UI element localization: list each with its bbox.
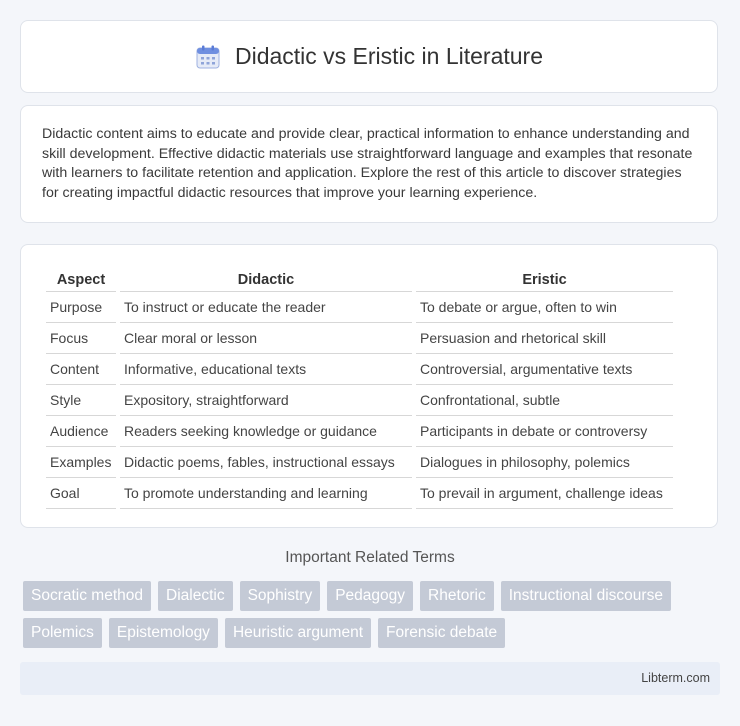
header-aspect: Aspect xyxy=(46,265,116,292)
cell-aspect: Style xyxy=(46,385,116,416)
footer-site-link[interactable]: Libterm.com xyxy=(641,671,710,685)
comparison-table: Aspect Didactic Eristic Purpose To instr… xyxy=(42,265,677,509)
footer: Libterm.com xyxy=(20,662,720,695)
cell-didactic: Readers seeking knowledge or guidance xyxy=(120,416,412,447)
calendar-icon xyxy=(195,44,221,70)
header: Didactic vs Eristic in Literature xyxy=(195,43,543,70)
tag-instructional-discourse[interactable]: Instructional discourse xyxy=(500,581,671,611)
cell-didactic: To instruct or educate the reader xyxy=(120,292,412,323)
table-row: Content Informative, educational texts C… xyxy=(46,354,673,385)
table-header-row: Aspect Didactic Eristic xyxy=(46,265,673,292)
cell-aspect: Content xyxy=(46,354,116,385)
intro-card: Didactic content aims to educate and pro… xyxy=(20,105,718,223)
cell-didactic: Clear moral or lesson xyxy=(120,323,412,354)
related-terms-heading: Important Related Terms xyxy=(285,549,455,566)
cell-eristic: To prevail in argument, challenge ideas xyxy=(416,478,673,509)
table-row: Audience Readers seeking knowledge or gu… xyxy=(46,416,673,447)
cell-didactic: Informative, educational texts xyxy=(120,354,412,385)
tag-rhetoric[interactable]: Rhetoric xyxy=(420,581,494,611)
cell-aspect: Goal xyxy=(46,478,116,509)
tag-polemics[interactable]: Polemics xyxy=(23,618,102,648)
cell-eristic: Controversial, argumentative texts xyxy=(416,354,673,385)
tag-heuristic-argument[interactable]: Heuristic argument xyxy=(224,618,372,648)
related-terms-tags: Socratic method Dialectic Sophistry Peda… xyxy=(23,581,723,648)
cell-aspect: Purpose xyxy=(46,292,116,323)
cell-eristic: Confrontational, subtle xyxy=(416,385,673,416)
cell-eristic: Persuasion and rhetorical skill xyxy=(416,323,673,354)
cell-didactic: Didactic poems, fables, instructional es… xyxy=(120,447,412,478)
table-row: Style Expository, straightforward Confro… xyxy=(46,385,673,416)
table-row: Examples Didactic poems, fables, instruc… xyxy=(46,447,673,478)
table-row: Purpose To instruct or educate the reade… xyxy=(46,292,673,323)
table-row: Focus Clear moral or lesson Persuasion a… xyxy=(46,323,673,354)
page-title: Didactic vs Eristic in Literature xyxy=(234,43,544,69)
header-card: Didactic vs Eristic in Literature xyxy=(20,20,718,93)
cell-eristic: To debate or argue, often to win xyxy=(416,292,673,323)
cell-eristic: Participants in debate or controversy xyxy=(416,416,673,447)
cell-aspect: Audience xyxy=(46,416,116,447)
tag-dialectic[interactable]: Dialectic xyxy=(158,581,233,611)
cell-aspect: Examples xyxy=(46,447,116,478)
header-eristic: Eristic xyxy=(416,265,673,292)
intro-text: Didactic content aims to educate and pro… xyxy=(42,126,693,201)
tag-sophistry[interactable]: Sophistry xyxy=(239,581,321,611)
table-row: Goal To promote understanding and learni… xyxy=(46,478,673,509)
tag-epistemology[interactable]: Epistemology xyxy=(108,618,218,648)
tag-socratic-method[interactable]: Socratic method xyxy=(23,581,151,611)
cell-didactic: To promote understanding and learning xyxy=(120,478,412,509)
table-card: Aspect Didactic Eristic Purpose To instr… xyxy=(20,244,718,528)
tag-pedagogy[interactable]: Pedagogy xyxy=(327,581,414,611)
header-didactic: Didactic xyxy=(120,265,412,292)
cell-didactic: Expository, straightforward xyxy=(120,385,412,416)
tag-forensic-debate[interactable]: Forensic debate xyxy=(378,618,506,648)
cell-eristic: Dialogues in philosophy, polemics xyxy=(416,447,673,478)
cell-aspect: Focus xyxy=(46,323,116,354)
